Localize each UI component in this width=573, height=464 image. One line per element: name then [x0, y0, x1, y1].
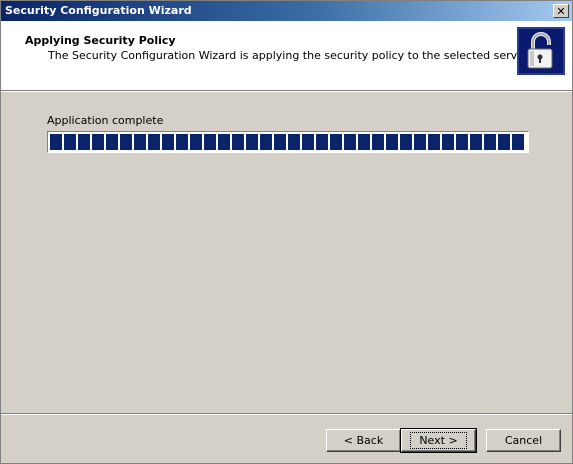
back-button[interactable]: < Back: [326, 429, 401, 452]
padlock-icon: [517, 27, 565, 75]
cancel-button[interactable]: Cancel: [486, 429, 561, 452]
next-button[interactable]: Next >: [400, 428, 477, 453]
close-icon: ✕: [556, 4, 566, 18]
progress-fill: [50, 134, 526, 150]
window-title: Security Configuration Wizard: [5, 4, 192, 17]
title-bar[interactable]: Security Configuration Wizard ✕: [1, 1, 572, 21]
page-title: Applying Security Policy: [25, 34, 176, 47]
footer-divider-highlight: [1, 414, 572, 415]
wizard-header: Applying Security Policy The Security Co…: [1, 21, 572, 90]
header-divider-highlight: [1, 91, 572, 92]
page-description: The Security Configuration Wizard is app…: [48, 49, 531, 62]
status-label: Application complete: [47, 114, 164, 127]
next-button-label: Next >: [410, 432, 467, 449]
cancel-button-label: Cancel: [504, 434, 543, 447]
wizard-window: Security Configuration Wizard ✕ Applying…: [0, 0, 573, 464]
close-button[interactable]: ✕: [553, 4, 569, 18]
back-button-label: < Back: [343, 434, 384, 447]
progress-bar: [47, 131, 529, 153]
